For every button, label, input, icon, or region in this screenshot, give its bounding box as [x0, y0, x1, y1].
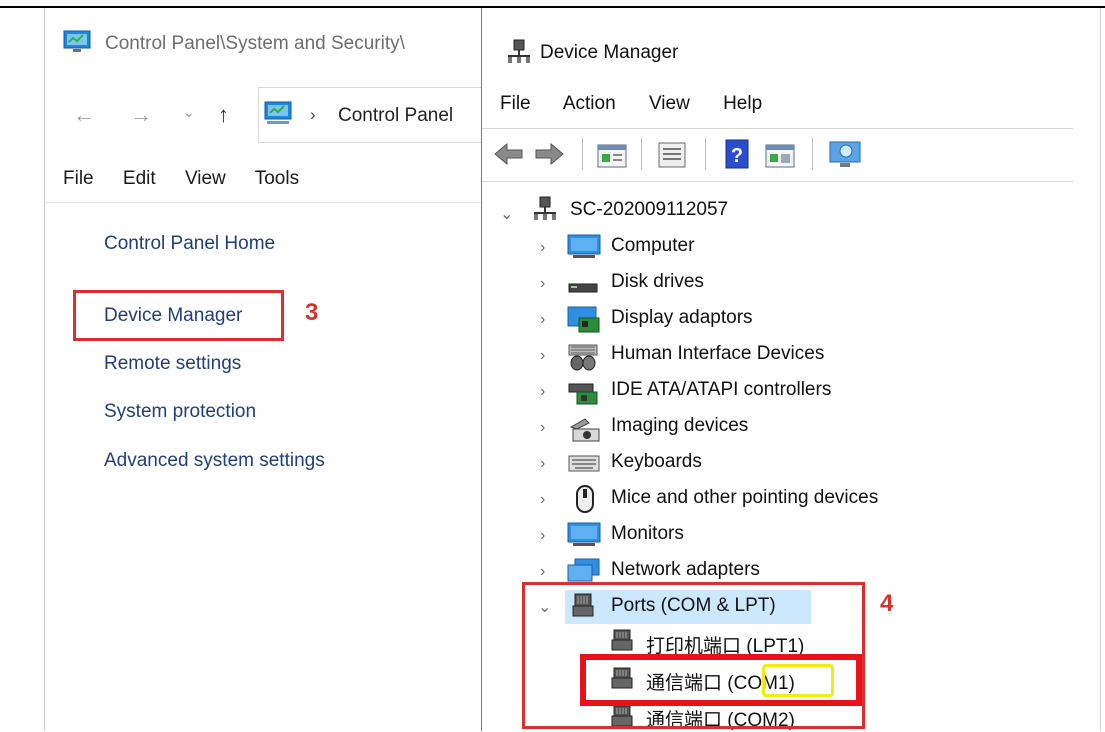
- system-protection-link[interactable]: System protection: [104, 401, 256, 423]
- toolbar-help-icon[interactable]: ?: [722, 138, 754, 170]
- up-arrow-icon[interactable]: ↑: [218, 102, 229, 128]
- forward-arrow-icon[interactable]: →: [130, 102, 152, 128]
- menu-tools[interactable]: Tools: [255, 168, 299, 189]
- toolbar-separator: [705, 138, 706, 170]
- category-display-adaptors[interactable]: Display adaptors: [611, 307, 753, 329]
- svg-text:?: ?: [731, 145, 743, 167]
- toolbar-scan-icon[interactable]: [764, 142, 796, 170]
- back-arrow-icon[interactable]: ←: [73, 102, 95, 128]
- network-icon: [567, 558, 600, 582]
- address-text[interactable]: Control Panel: [338, 105, 453, 127]
- category-mice[interactable]: Mice and other pointing devices: [611, 487, 878, 509]
- toolbar-separator: [641, 138, 642, 170]
- category-ide-controllers[interactable]: IDE ATA/ATAPI controllers: [611, 379, 831, 401]
- window-right-border: [1100, 8, 1101, 731]
- category-network-adapters[interactable]: Network adapters: [611, 559, 760, 581]
- device-manager-title: Device Manager: [540, 42, 679, 63]
- dm-menu-file[interactable]: File: [500, 93, 531, 114]
- advanced-system-settings-link[interactable]: Advanced system settings: [104, 450, 325, 472]
- address-control-panel-icon: [264, 101, 292, 124]
- category-keyboards[interactable]: Keyboards: [611, 451, 702, 473]
- com1-yellow-highlight: [762, 664, 834, 697]
- expand-chevron-icon[interactable]: ›: [540, 239, 545, 257]
- toolbar-properties-icon[interactable]: [596, 142, 628, 170]
- expand-chevron-icon[interactable]: ›: [540, 419, 545, 437]
- menubar-divider: [45, 202, 481, 203]
- disk-icon: [568, 283, 598, 293]
- device-manager-app-icon: [508, 39, 530, 63]
- expand-chevron-icon[interactable]: ›: [540, 383, 545, 401]
- toolbar-forward-icon[interactable]: [533, 140, 567, 168]
- control-panel-title: Control Panel\System and Security\: [105, 33, 405, 54]
- control-panel-menubar: File Edit View Tools: [63, 168, 323, 190]
- dm-menu-action[interactable]: Action: [563, 93, 616, 114]
- keyboard-icon: [568, 455, 600, 472]
- menu-file[interactable]: File: [63, 168, 94, 189]
- expand-chevron-icon[interactable]: ›: [540, 455, 545, 473]
- expand-chevron-icon[interactable]: ›: [540, 347, 545, 365]
- toolbar-back-icon[interactable]: [492, 140, 526, 168]
- control-panel-home-link[interactable]: Control Panel Home: [104, 233, 275, 255]
- expand-chevron-icon[interactable]: ›: [540, 563, 545, 581]
- toolbar-monitor-icon[interactable]: [828, 140, 864, 170]
- step-3-badge: 3: [305, 299, 319, 326]
- expand-chevron-icon[interactable]: ›: [540, 491, 545, 509]
- step-4-badge: 4: [880, 590, 894, 617]
- device-manager-highlight-box: [73, 290, 284, 341]
- hid-icon: [568, 344, 598, 371]
- root-collapse-chevron-icon[interactable]: ⌄: [500, 204, 513, 224]
- dm-menu-view[interactable]: View: [649, 93, 690, 114]
- category-human-interface-devices[interactable]: Human Interface Devices: [611, 343, 824, 365]
- category-disk-drives[interactable]: Disk drives: [611, 271, 704, 293]
- category-monitors[interactable]: Monitors: [611, 523, 684, 545]
- tree-root-label[interactable]: SC-202009112057: [570, 199, 728, 221]
- monitor-icon: [567, 234, 601, 258]
- toolbar-separator: [582, 138, 583, 170]
- ide-icon: [568, 383, 598, 405]
- mouse-icon: [576, 485, 594, 513]
- toolbar-separator: [812, 138, 813, 170]
- remote-settings-link[interactable]: Remote settings: [104, 353, 241, 375]
- device-manager-menubar: File Action View Help: [500, 93, 790, 115]
- window-left-border: [44, 8, 45, 731]
- menu-view[interactable]: View: [185, 168, 226, 189]
- toolbar-details-icon[interactable]: [656, 140, 688, 170]
- display-adapter-icon: [567, 306, 600, 333]
- monitor-icon: [567, 522, 601, 546]
- expand-chevron-icon[interactable]: ›: [540, 275, 545, 293]
- expand-chevron-icon[interactable]: ›: [540, 311, 545, 329]
- expand-chevron-icon[interactable]: ›: [540, 527, 545, 545]
- category-computer[interactable]: Computer: [611, 235, 694, 257]
- address-separator-chevron-icon[interactable]: ›: [310, 105, 316, 125]
- control-panel-icon: [63, 30, 91, 52]
- category-imaging-devices[interactable]: Imaging devices: [611, 415, 748, 437]
- dm-menu-help[interactable]: Help: [723, 93, 762, 114]
- menu-edit[interactable]: Edit: [123, 168, 156, 189]
- imaging-icon: [569, 418, 600, 442]
- recent-dropdown-icon[interactable]: ⌄: [183, 104, 195, 121]
- computer-root-icon: [534, 196, 556, 220]
